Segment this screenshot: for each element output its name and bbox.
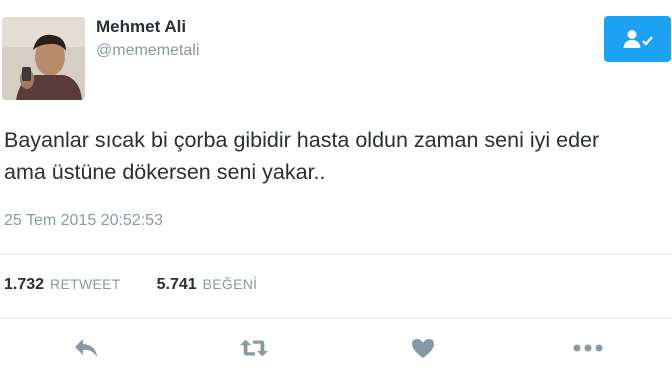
follow-button[interactable] [604, 16, 671, 62]
tweet-text: Bayanlar sıcak bi çorba gibidir hasta ol… [4, 124, 668, 188]
heart-icon [412, 339, 434, 358]
avatar-photo [2, 17, 85, 100]
user-name[interactable]: Mehmet Ali [96, 17, 186, 37]
user-handle[interactable]: @mememetali [96, 42, 199, 60]
retweet-icon [239, 339, 269, 357]
tweet-text-line: ama üstüne dökersen seni yakar.. [4, 160, 326, 184]
more-button[interactable] [571, 334, 605, 362]
retweet-count: 1.732 [4, 276, 45, 293]
retweet-button[interactable] [239, 334, 269, 362]
tweet-stats: 1.732 RETWEET 5.741 BEĞENİ [4, 276, 293, 294]
retweet-stat[interactable]: 1.732 RETWEET [4, 276, 121, 294]
like-button[interactable] [408, 334, 438, 362]
like-stat[interactable]: 5.741 BEĞENİ [157, 276, 258, 294]
more-dots-icon [573, 344, 603, 352]
tweet-timestamp[interactable]: 25 Tem 2015 20:52:53 [4, 212, 163, 230]
reply-button[interactable] [71, 334, 101, 362]
like-label: BEĞENİ [202, 276, 258, 292]
avatar[interactable] [2, 17, 85, 100]
divider [0, 254, 672, 255]
like-count: 5.741 [156, 276, 197, 293]
divider [0, 318, 672, 319]
follow-user-check-icon [623, 30, 653, 48]
reply-icon [75, 339, 97, 357]
retweet-label: RETWEET [50, 276, 121, 292]
tweet-text-line: Bayanlar sıcak bi çorba gibidir hasta ol… [4, 128, 600, 152]
